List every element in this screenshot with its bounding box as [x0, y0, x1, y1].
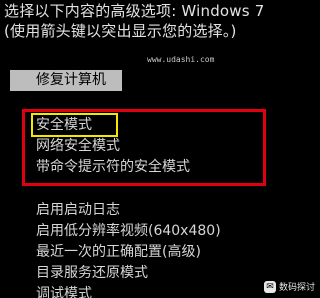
- watermark-url: www.udashi.com: [147, 55, 215, 64]
- advanced-boot-options-screen: 选择以下内容的高级选项: Windows 7 (使用箭头键以突出显示您的选择。)…: [0, 0, 320, 298]
- menu-item-directory-services-restore[interactable]: 目录服务还原模式: [36, 264, 148, 282]
- brand-watermark-text: 数码探讨: [278, 283, 315, 293]
- chat-bubble-icon: ✉: [263, 280, 276, 293]
- header-title: 选择以下内容的高级选项: Windows 7: [4, 2, 265, 20]
- repair-computer-option[interactable]: 修复计算机: [36, 71, 106, 89]
- menu-item-boot-logging[interactable]: 启用启动日志: [36, 201, 120, 219]
- brand-watermark: ✉ 数码探讨: [263, 280, 315, 293]
- menu-item-debugging-mode[interactable]: 调试模式: [36, 285, 92, 298]
- menu-item-last-known-good[interactable]: 最近一次的正确配置(高级): [36, 243, 201, 261]
- header-instruction: (使用箭头键以突出显示您的选择。): [4, 22, 237, 40]
- safe-mode-highlight-box: [31, 113, 118, 137]
- menu-item-low-resolution-video[interactable]: 启用低分辨率视频(640x480): [36, 222, 221, 240]
